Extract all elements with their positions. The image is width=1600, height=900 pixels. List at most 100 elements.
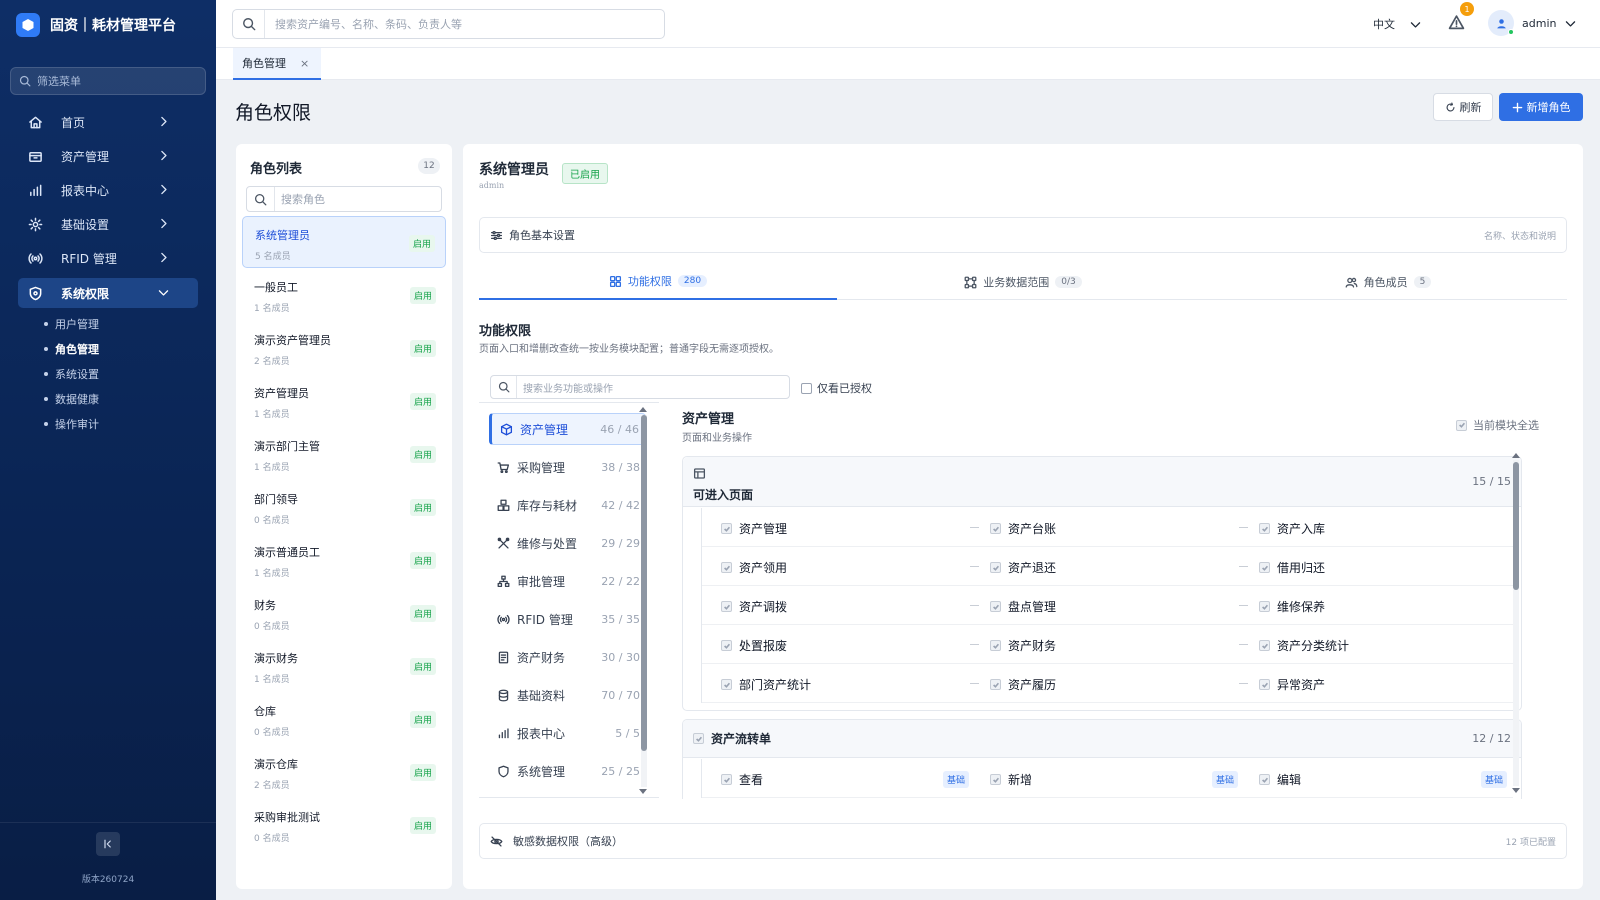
- permission-checkbox[interactable]: 部门资产统计: [721, 676, 811, 693]
- operation-checkbox[interactable]: 新增: [990, 771, 1032, 788]
- sidebar-subitem-audit[interactable]: 操作审计: [44, 415, 99, 433]
- module-item[interactable]: 采购管理 38 / 38: [489, 451, 646, 483]
- module-item[interactable]: 资产财务 30 / 30: [489, 641, 646, 673]
- permission-row: 资产管理 资产台账 资产入库: [701, 508, 1513, 547]
- role-basic-settings-bar[interactable]: 角色基本设置 名称、状态和说明: [479, 217, 1567, 253]
- role-search-button[interactable]: [247, 187, 275, 211]
- sidebar-subitem-users[interactable]: 用户管理: [44, 315, 99, 333]
- scroll-up-arrow[interactable]: [639, 407, 647, 412]
- section-description: 页面入口和增删改查统一按业务模块配置；普通字段无需逐项授权。: [479, 344, 779, 355]
- scroll-down-arrow[interactable]: [1512, 788, 1520, 793]
- scrollbar-thumb[interactable]: [641, 415, 647, 751]
- role-list-item[interactable]: 采购审批测试 0 名成员 启用: [242, 799, 446, 851]
- permission-checkbox[interactable]: 资产退还: [970, 559, 1056, 576]
- scroll-up-arrow[interactable]: [1512, 453, 1520, 458]
- tab-role-members[interactable]: 角色成员 5: [1209, 264, 1567, 300]
- permission-checkbox[interactable]: 资产财务: [970, 637, 1056, 654]
- add-role-button[interactable]: 新增角色: [1499, 93, 1583, 121]
- sidebar-item-reports[interactable]: 报表中心: [18, 175, 198, 205]
- permission-label: 资产调拨: [739, 600, 788, 614]
- sidebar-item-rfid[interactable]: RFID 管理: [18, 243, 198, 273]
- role-list-item[interactable]: 部门领导 0 名成员 启用: [242, 481, 446, 533]
- close-tab-icon[interactable]: ×: [300, 57, 309, 70]
- permission-checkbox[interactable]: 资产履历: [970, 676, 1056, 693]
- module-title: 资产管理: [682, 412, 735, 427]
- role-item-status-badge: 启用: [409, 658, 436, 675]
- sensitive-data-permissions-bar[interactable]: 敏感数据权限（高级） 12 项已配置: [479, 823, 1567, 859]
- sidebar-item-label: 系统权限: [61, 286, 110, 301]
- sidebar-item-basic-settings[interactable]: 基础设置: [18, 209, 198, 239]
- module-item-count: 29 / 29: [601, 536, 640, 550]
- scrollbar-thumb[interactable]: [1513, 462, 1519, 590]
- permission-checkbox[interactable]: 资产入库: [1239, 520, 1325, 537]
- module-scrollbar[interactable]: [641, 415, 647, 787]
- role-search-input[interactable]: 搜索角色: [246, 186, 442, 212]
- permission-group-header[interactable]: 资产流转单 12 / 12: [683, 720, 1521, 758]
- checkbox-box[interactable]: [693, 733, 704, 744]
- module-item[interactable]: 库存与耗材 42 / 42: [489, 489, 646, 521]
- tab-function-permissions[interactable]: 功能权限 280: [479, 264, 837, 300]
- menu-filter-input[interactable]: 筛选菜单: [10, 67, 206, 95]
- select-all-module-checkbox[interactable]: 当前模块全选: [1456, 417, 1539, 433]
- module-item[interactable]: 审批管理 22 / 22: [489, 565, 646, 597]
- operation-checkbox[interactable]: 查看: [721, 771, 763, 788]
- permission-checkbox[interactable]: 资产分类统计: [1239, 637, 1349, 654]
- function-search-input[interactable]: 搜索业务功能或操作: [490, 375, 790, 399]
- basic-settings-label: 角色基本设置: [509, 229, 575, 242]
- module-item-count: 22 / 22: [601, 574, 640, 588]
- permission-checkbox[interactable]: 维修保养: [1239, 598, 1325, 615]
- permission-checkbox[interactable]: 资产调拨: [721, 598, 787, 615]
- role-list-item[interactable]: 资产管理员 1 名成员 启用: [242, 375, 446, 427]
- role-list-item[interactable]: 一般员工 1 名成员 启用: [242, 269, 446, 321]
- permission-scrollbar[interactable]: [1513, 460, 1519, 786]
- search-button[interactable]: [233, 10, 265, 38]
- operation-label: 编辑: [1277, 773, 1302, 787]
- refresh-button[interactable]: 刷新: [1433, 93, 1493, 121]
- role-list-item[interactable]: 财务 0 名成员 启用: [242, 587, 446, 639]
- permission-checkbox[interactable]: 资产台账: [970, 520, 1056, 537]
- sidebar-item-assets[interactable]: 资产管理: [18, 141, 198, 171]
- module-item[interactable]: 基础资料 70 / 70: [489, 679, 646, 711]
- only-authorized-checkbox[interactable]: 仅看已授权: [801, 380, 872, 396]
- user-menu[interactable]: admin: [1488, 10, 1577, 36]
- module-item[interactable]: 维修与处置 29 / 29: [489, 527, 646, 559]
- brand[interactable]: 固资｜耗材管理平台: [16, 12, 176, 38]
- module-item[interactable]: 系统管理 25 / 25: [489, 755, 646, 787]
- role-list-item[interactable]: 仓库 0 名成员 启用: [242, 693, 446, 745]
- module-item[interactable]: RFID 管理 35 / 35: [489, 603, 646, 635]
- checkbox-box: [721, 679, 732, 690]
- sidebar-item-label: 资产管理: [61, 149, 110, 164]
- module-item[interactable]: 资产管理 46 / 46: [489, 413, 646, 445]
- permission-checkbox[interactable]: 处置报废: [721, 637, 787, 654]
- function-search-button[interactable]: [491, 376, 517, 398]
- scroll-down-arrow[interactable]: [639, 789, 647, 794]
- tab-role-management[interactable]: 角色管理 ×: [233, 48, 322, 80]
- tab-data-scope[interactable]: 业务数据范围 0/3: [844, 264, 1202, 300]
- role-list-item[interactable]: 演示资产管理员 2 名成员 启用: [242, 322, 446, 374]
- collapse-sidebar-button[interactable]: [96, 832, 120, 856]
- alert-button[interactable]: [1448, 14, 1465, 31]
- sidebar-item-home[interactable]: 首页: [18, 107, 198, 137]
- role-list-item[interactable]: 演示财务 1 名成员 启用: [242, 640, 446, 692]
- sidebar-item-system-permissions[interactable]: 系统权限: [18, 278, 198, 308]
- permission-group-count: 12 / 12: [1472, 732, 1511, 745]
- operation-checkbox[interactable]: 编辑: [1259, 771, 1301, 788]
- permission-checkbox[interactable]: 盘点管理: [970, 598, 1056, 615]
- permission-checkbox[interactable]: 异常资产: [1239, 676, 1325, 693]
- role-list-item[interactable]: 演示普通员工 1 名成员 启用: [242, 534, 446, 586]
- role-list-item[interactable]: 系统管理员 5 名成员 启用: [242, 216, 446, 268]
- permission-checkbox[interactable]: 借用归还: [1239, 559, 1325, 576]
- sidebar-subitem-data-health[interactable]: 数据健康: [44, 390, 99, 408]
- permission-checkbox[interactable]: 资产管理: [721, 520, 787, 537]
- sidebar-subitem-roles[interactable]: 角色管理: [44, 340, 99, 358]
- rfid-icon: [497, 614, 510, 624]
- layout-icon: [693, 468, 706, 479]
- permission-checkbox[interactable]: 资产领用: [721, 559, 787, 576]
- role-list-item[interactable]: 演示仓库 2 名成员 启用: [242, 746, 446, 798]
- module-item-name: 报表中心: [517, 726, 566, 741]
- module-item[interactable]: 报表中心 5 / 5: [489, 717, 646, 749]
- language-select[interactable]: 中文: [1373, 16, 1422, 32]
- global-search-input[interactable]: 搜索资产编号、名称、条码、负责人等: [232, 9, 665, 39]
- role-list-item[interactable]: 演示部门主管 1 名成员 启用: [242, 428, 446, 480]
- sidebar-subitem-system-settings[interactable]: 系统设置: [44, 365, 99, 383]
